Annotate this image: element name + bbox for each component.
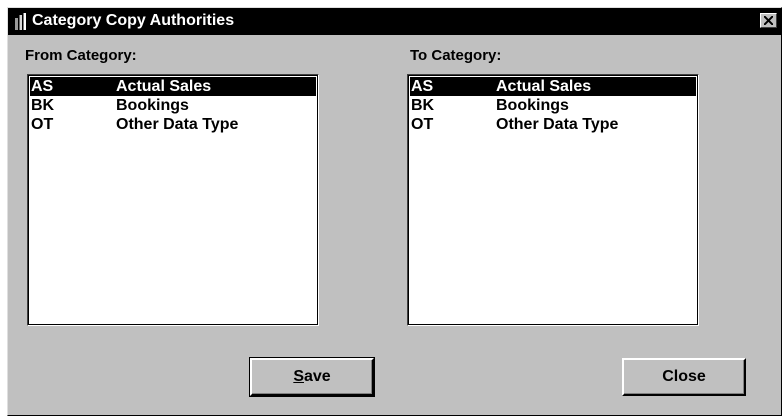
- to-category-item[interactable]: AS Actual Sales: [410, 77, 696, 96]
- save-mnemonic: S: [293, 368, 304, 385]
- bookshelf-icon[interactable]: [14, 12, 28, 30]
- dialog-window: Category Copy Authorities From Category:…: [7, 7, 782, 416]
- category-code: OT: [31, 116, 54, 133]
- to-category-item[interactable]: OT Other Data Type: [410, 115, 696, 134]
- save-label: ave: [303, 368, 331, 385]
- category-code: AS: [31, 78, 54, 95]
- from-category-item[interactable]: BK Bookings: [30, 96, 316, 115]
- category-description: Bookings: [116, 97, 189, 114]
- to-category-listbox[interactable]: AS Actual Sales BK Bookings OT Other Data Typ…: [407, 74, 699, 326]
- to-category-item[interactable]: BK Bookings: [410, 96, 696, 115]
- from-category-item[interactable]: OT Other Data Type: [30, 115, 316, 134]
- category-code: BK: [411, 97, 435, 114]
- to-category-label: To Category:: [410, 47, 502, 64]
- window-title: Category Copy Authorities: [32, 12, 235, 29]
- from-category-listbox[interactable]: AS Actual Sales BK Bookings OT Other Data Typ…: [27, 74, 319, 326]
- category-description: Other Data Type: [496, 116, 619, 133]
- category-code: BK: [31, 97, 55, 114]
- category-description: Bookings: [496, 97, 569, 114]
- close-window-button[interactable]: [760, 13, 777, 28]
- from-category-label: From Category:: [25, 47, 137, 64]
- category-description: Actual Sales: [496, 78, 592, 95]
- save-button[interactable]: Save: [249, 357, 375, 397]
- from-category-item[interactable]: AS Actual Sales: [30, 77, 316, 96]
- close-button[interactable]: Close: [622, 358, 746, 396]
- category-description: Other Data Type: [116, 116, 239, 133]
- category-description: Actual Sales: [116, 78, 212, 95]
- title-bar[interactable]: Category Copy Authorities: [8, 8, 781, 35]
- close-icon: [764, 16, 773, 25]
- category-code: AS: [411, 78, 434, 95]
- category-code: OT: [411, 116, 434, 133]
